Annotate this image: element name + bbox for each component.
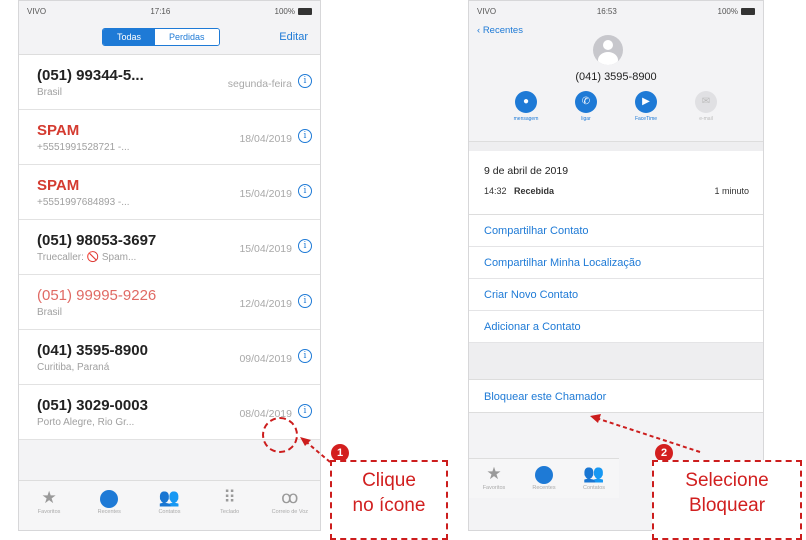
clock-label: 17:16	[150, 6, 171, 16]
call-date: segunda-feira	[227, 78, 292, 90]
mensagem-button[interactable]: ● mensagem	[510, 91, 542, 122]
call-row[interactable]: (041) 3595-8900 Curitiba, Paraná 09/04/201…	[19, 330, 320, 385]
contacts-icon: 👥	[158, 488, 181, 507]
mail-icon: ✉	[695, 91, 717, 113]
tab-correio-de-voz[interactable]: ꝏ Correio de Voz	[270, 487, 310, 530]
step-2-line-2: Bloquear	[688, 495, 766, 516]
tab-label: Teclado	[220, 509, 240, 515]
avatar	[593, 35, 623, 65]
facetime-button[interactable]: ▶ FaceTime	[630, 91, 662, 122]
clock-icon	[527, 463, 561, 485]
e-mail-button[interactable]: ✉ e-mail	[690, 91, 722, 122]
action-label: FaceTime	[634, 116, 658, 122]
call-row[interactable]: (051) 98053-3697 Truecaller: 🚫 Spam... 15/…	[19, 220, 320, 275]
option-item[interactable]: Compartilhar Minha Localização	[469, 247, 763, 279]
call-info: 9 de abril de 2019 14:32 Recebida 1 minu…	[469, 151, 763, 215]
call-duration: 1 minuto	[714, 186, 749, 196]
tab-label: Favoritos	[37, 509, 61, 515]
message-icon: ●	[515, 91, 537, 113]
tab-favoritos[interactable]: ★ Favoritos	[477, 463, 511, 498]
info-icon[interactable]: i	[298, 184, 312, 198]
call-row[interactable]: (051) 99995-9226 Brasil 12/04/2019 i	[19, 275, 320, 330]
action-label: e-mail	[699, 116, 713, 122]
carrier-label: VIVO	[477, 6, 497, 16]
call-date: 15/04/2019	[239, 188, 292, 200]
info-icon[interactable]: i	[298, 74, 312, 88]
tab-contatos[interactable]: 👥 Contatos	[577, 463, 611, 498]
call-date: 18/04/2019	[239, 133, 292, 145]
tab-teclado[interactable]: ⠿ Teclado	[210, 487, 250, 530]
step-1-line-2: no ícone	[352, 495, 426, 516]
info-icon[interactable]: i	[298, 239, 312, 253]
call-date: 15/04/2019	[239, 243, 292, 255]
call-row[interactable]: SPAM +5551997684893 -... 15/04/2019 i	[19, 165, 320, 220]
voicemail-icon: ꝏ	[281, 488, 299, 507]
step-1-line-1: Clique	[362, 470, 416, 491]
tab-label: Correio de Voz	[271, 509, 309, 515]
video-icon: ▶	[635, 91, 657, 113]
filter-segmented-control: Todas Perdidas	[102, 28, 220, 46]
step-2-callout: Selecione Bloquear	[652, 460, 802, 540]
segment-missed[interactable]: Perdidas	[155, 29, 219, 45]
battery-indicator: 100%	[275, 7, 312, 16]
contact-phone-number: (041) 3595-8900	[575, 71, 657, 83]
call-date: 9 de abril de 2019	[484, 165, 569, 177]
tab-label: Recentes	[532, 485, 556, 491]
call-date: 12/04/2019	[239, 298, 292, 310]
tab-contatos[interactable]: 👥 Contatos	[149, 487, 189, 530]
call-time: 14:32	[484, 186, 507, 196]
status-bar: VIVO 16:53 100%	[469, 1, 763, 21]
star-icon: ★	[486, 464, 502, 483]
call-detail-screen: VIVO 16:53 100% ‹ Recentes (041) 3595-89…	[468, 0, 764, 531]
highlight-circle	[262, 417, 298, 453]
tab-label: Favoritos	[482, 485, 506, 491]
info-icon[interactable]: i	[298, 129, 312, 143]
contacts-icon: 👥	[583, 464, 605, 483]
block-caller-button[interactable]: Bloquear este Chamador	[469, 379, 763, 413]
recents-header: Todas Perdidas Editar	[19, 21, 320, 55]
call-row[interactable]: SPAM +5551991528721 -... 18/04/2019 i	[19, 110, 320, 165]
back-button[interactable]: ‹ Recentes	[477, 25, 523, 36]
call-list: (051) 99344-5... Brasil segunda-feira i SPAM…	[19, 55, 320, 440]
battery-indicator: 100%	[718, 7, 755, 16]
clock-icon	[89, 487, 129, 509]
phone-icon: ✆	[575, 91, 597, 113]
edit-button[interactable]: Editar	[279, 31, 308, 43]
step-1-callout: Clique no ícone	[330, 460, 448, 540]
contact-options: Compartilhar Contato Compartilhar Minha L…	[469, 215, 763, 343]
call-row[interactable]: (051) 99344-5... Brasil segunda-feira i	[19, 55, 320, 110]
battery-icon	[298, 7, 312, 15]
section-divider	[469, 343, 763, 379]
tab-bar: ★ Favoritos Recentes 👥 Contatos	[469, 458, 619, 498]
action-label: ligar	[581, 116, 591, 122]
contact-actions: ● mensagem ✆ ligar ▶ FaceTime ✉ e-mail	[469, 91, 763, 122]
clock-label: 16:53	[596, 6, 617, 16]
tab-bar: ★ Favoritos Recentes 👥 Contatos ⠿ Teclado ꝏ Corr…	[19, 480, 320, 530]
call-status: Recebida	[514, 186, 555, 196]
segment-all[interactable]: Todas	[103, 29, 156, 45]
tab-label: Contatos	[582, 485, 605, 491]
tab-recentes[interactable]: Recentes	[527, 463, 561, 498]
info-icon[interactable]: i	[298, 294, 312, 308]
tab-label: Contatos	[158, 509, 181, 515]
carrier-label: VIVO	[27, 6, 47, 16]
tab-label: Recentes	[97, 509, 121, 515]
step-2-line-1: Selecione	[685, 470, 769, 491]
ligar-button[interactable]: ✆ ligar	[570, 91, 602, 122]
info-icon[interactable]: i	[298, 404, 312, 418]
option-item[interactable]: Compartilhar Contato	[469, 215, 763, 247]
call-line: 14:32 Recebida 1 minuto	[484, 186, 763, 196]
option-item[interactable]: Adicionar a Contato	[469, 311, 763, 343]
option-item[interactable]: Criar Novo Contato	[469, 279, 763, 311]
call-date: 09/04/2019	[239, 353, 292, 365]
keypad-icon: ⠿	[223, 488, 236, 507]
status-bar: VIVO 17:16 100%	[19, 1, 320, 21]
star-icon: ★	[41, 488, 57, 507]
battery-icon	[741, 7, 755, 15]
info-icon[interactable]: i	[298, 349, 312, 363]
section-divider	[469, 141, 763, 151]
tab-favoritos[interactable]: ★ Favoritos	[29, 487, 69, 530]
action-label: mensagem	[513, 116, 539, 122]
tab-recentes[interactable]: Recentes	[89, 487, 129, 530]
